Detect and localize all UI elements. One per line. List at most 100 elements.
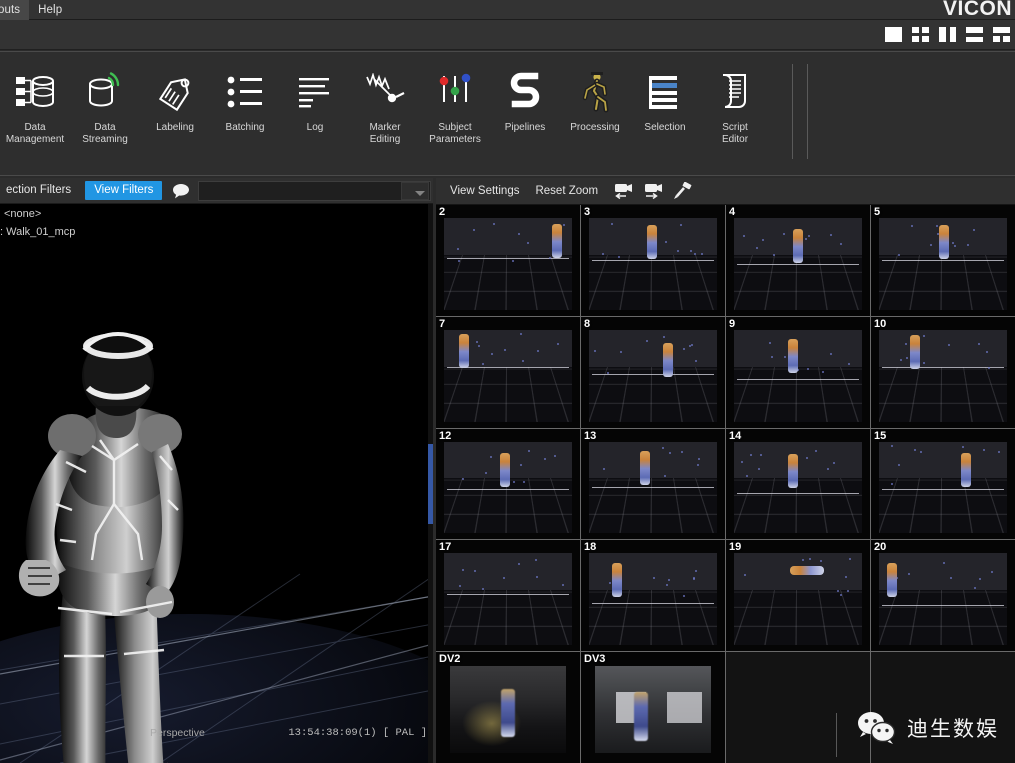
camera-number-label: 5 (874, 206, 881, 218)
speech-bubble-icon[interactable] (172, 183, 190, 199)
marker-dot (814, 450, 817, 453)
tool-labeling-label: Labeling (156, 122, 194, 133)
marker-dot (947, 344, 950, 347)
marker-dot (978, 577, 981, 580)
viewport-view-label: Perspective (150, 727, 205, 739)
camera-cell[interactable]: DV2 (436, 652, 580, 763)
camera-cell[interactable]: 10 (871, 316, 1015, 428)
camera-right-arrow-icon[interactable] (640, 181, 666, 201)
tool-labeling[interactable]: Labeling (140, 64, 210, 134)
tool-subject-parameters[interactable]: Subject Parameters (420, 64, 490, 146)
floor-grid (589, 254, 717, 310)
view-filters-tab[interactable]: View Filters (85, 181, 163, 200)
camera-cell[interactable]: 17 (436, 540, 580, 652)
camera-cell[interactable]: 20 (871, 540, 1015, 652)
view-settings-button[interactable]: View Settings (442, 185, 527, 197)
filter-bar: ection Filters View Filters (0, 178, 433, 204)
tool-data-management[interactable]: Data Management (0, 64, 70, 146)
camera-cell[interactable]: 15 (871, 428, 1015, 540)
camera-cell[interactable]: 8 (581, 316, 725, 428)
video-background (595, 666, 711, 753)
reset-zoom-button[interactable]: Reset Zoom (527, 185, 606, 197)
marker-dot (972, 229, 975, 232)
camera-grid-panel: View Settings Reset Zoom 2 3 4 5 7 8 9 1… (436, 178, 1015, 763)
tracked-skeleton (459, 334, 470, 369)
marker-dot (966, 244, 969, 247)
camera-number-label: 17 (439, 541, 452, 554)
mocap-camera-view (444, 218, 572, 310)
paint-roller-icon[interactable] (670, 181, 696, 201)
grid-four-icon (912, 27, 929, 42)
marker-dot (771, 355, 774, 358)
mocap-mannequin (0, 204, 433, 763)
selection-filters-tab[interactable]: ection Filters (0, 181, 77, 200)
layout-mixed-pane-button[interactable] (993, 27, 1011, 43)
marker-dot (953, 245, 956, 248)
marker-dot (617, 256, 620, 259)
tool-selection[interactable]: Selection (630, 64, 700, 134)
camera-cell[interactable]: 14 (726, 428, 870, 540)
horizon-line (881, 260, 1005, 262)
filter-input[interactable] (198, 180, 431, 201)
marker-dot (936, 224, 939, 227)
viewport-timecode: 13:54:38:09(1) [ PAL ] (288, 727, 427, 739)
marker-dot (844, 576, 847, 579)
tool-pipelines[interactable]: Pipelines (490, 64, 560, 134)
camera-cell[interactable]: 5 (871, 205, 1015, 316)
camera-number-label: 9 (729, 317, 736, 330)
lines-icon (295, 66, 335, 118)
layout-quad-pane-button[interactable] (912, 27, 930, 43)
marker-dot (693, 576, 696, 579)
camera-left-arrow-icon[interactable] (610, 181, 636, 201)
perspective-viewport[interactable]: <none> : Walk_01_mcp Perspective 13:54:3… (0, 204, 433, 763)
viewport-scrollbar[interactable] (428, 204, 433, 763)
tool-script-editor[interactable]: Script Editor (700, 64, 770, 146)
mocap-camera-view (589, 441, 717, 534)
tracked-person (501, 688, 515, 738)
tool-processing[interactable]: Processing (560, 64, 630, 134)
watermark-divider (836, 713, 837, 757)
marker-dot (502, 576, 505, 579)
tool-selection-label: Selection (644, 122, 686, 133)
tool-log[interactable]: Log (280, 64, 350, 134)
marker-dot (473, 569, 476, 572)
tool-marker-editing[interactable]: Marker Editing (350, 64, 420, 146)
layout-buttons-group (885, 24, 1011, 46)
camera-cell[interactable]: 12 (436, 428, 580, 540)
marker-dot (563, 223, 566, 226)
chevron-down-icon[interactable] (401, 182, 429, 200)
menu-help[interactable]: Help (29, 0, 71, 20)
tool-data-streaming[interactable]: Data Streaming (70, 64, 140, 146)
camera-cell[interactable]: 13 (581, 428, 725, 540)
camera-cell[interactable]: 19 (726, 540, 870, 652)
layout-vertical-split-button[interactable] (939, 27, 957, 43)
marker-dot (830, 233, 833, 236)
marker-dot (904, 342, 907, 345)
floor-grid (879, 590, 1007, 646)
camera-cell[interactable]: 9 (726, 316, 870, 428)
horizon-line (446, 489, 570, 491)
scrollbar-thumb[interactable] (428, 444, 433, 524)
floor-grid (444, 590, 572, 646)
marker-dot (998, 450, 1001, 453)
camera-cell[interactable]: 7 (436, 316, 580, 428)
camera-cell[interactable]: 2 (436, 205, 580, 316)
main-toolbar: Data Management Data Streaming Labeling … (0, 51, 1015, 176)
tracked-skeleton (787, 338, 798, 373)
menu-layouts[interactable]: outs (0, 0, 30, 20)
camera-cell[interactable]: 18 (581, 540, 725, 652)
camera-cell[interactable]: 3 (581, 205, 725, 316)
running-person-icon (575, 66, 615, 118)
tracked-skeleton (960, 452, 971, 487)
layout-horizontal-split-button[interactable] (966, 27, 984, 43)
camera-cell[interactable]: DV3 (581, 652, 725, 763)
tracked-skeleton (886, 562, 897, 597)
marker-dot (459, 585, 462, 588)
mocap-camera-view (589, 553, 717, 646)
camera-cell[interactable]: 4 (726, 205, 870, 316)
tool-batching[interactable]: Batching (210, 64, 280, 134)
marker-dot (806, 457, 809, 460)
marker-dot (667, 578, 670, 581)
layout-single-pane-button[interactable] (885, 27, 903, 43)
marker-dot (923, 362, 926, 365)
